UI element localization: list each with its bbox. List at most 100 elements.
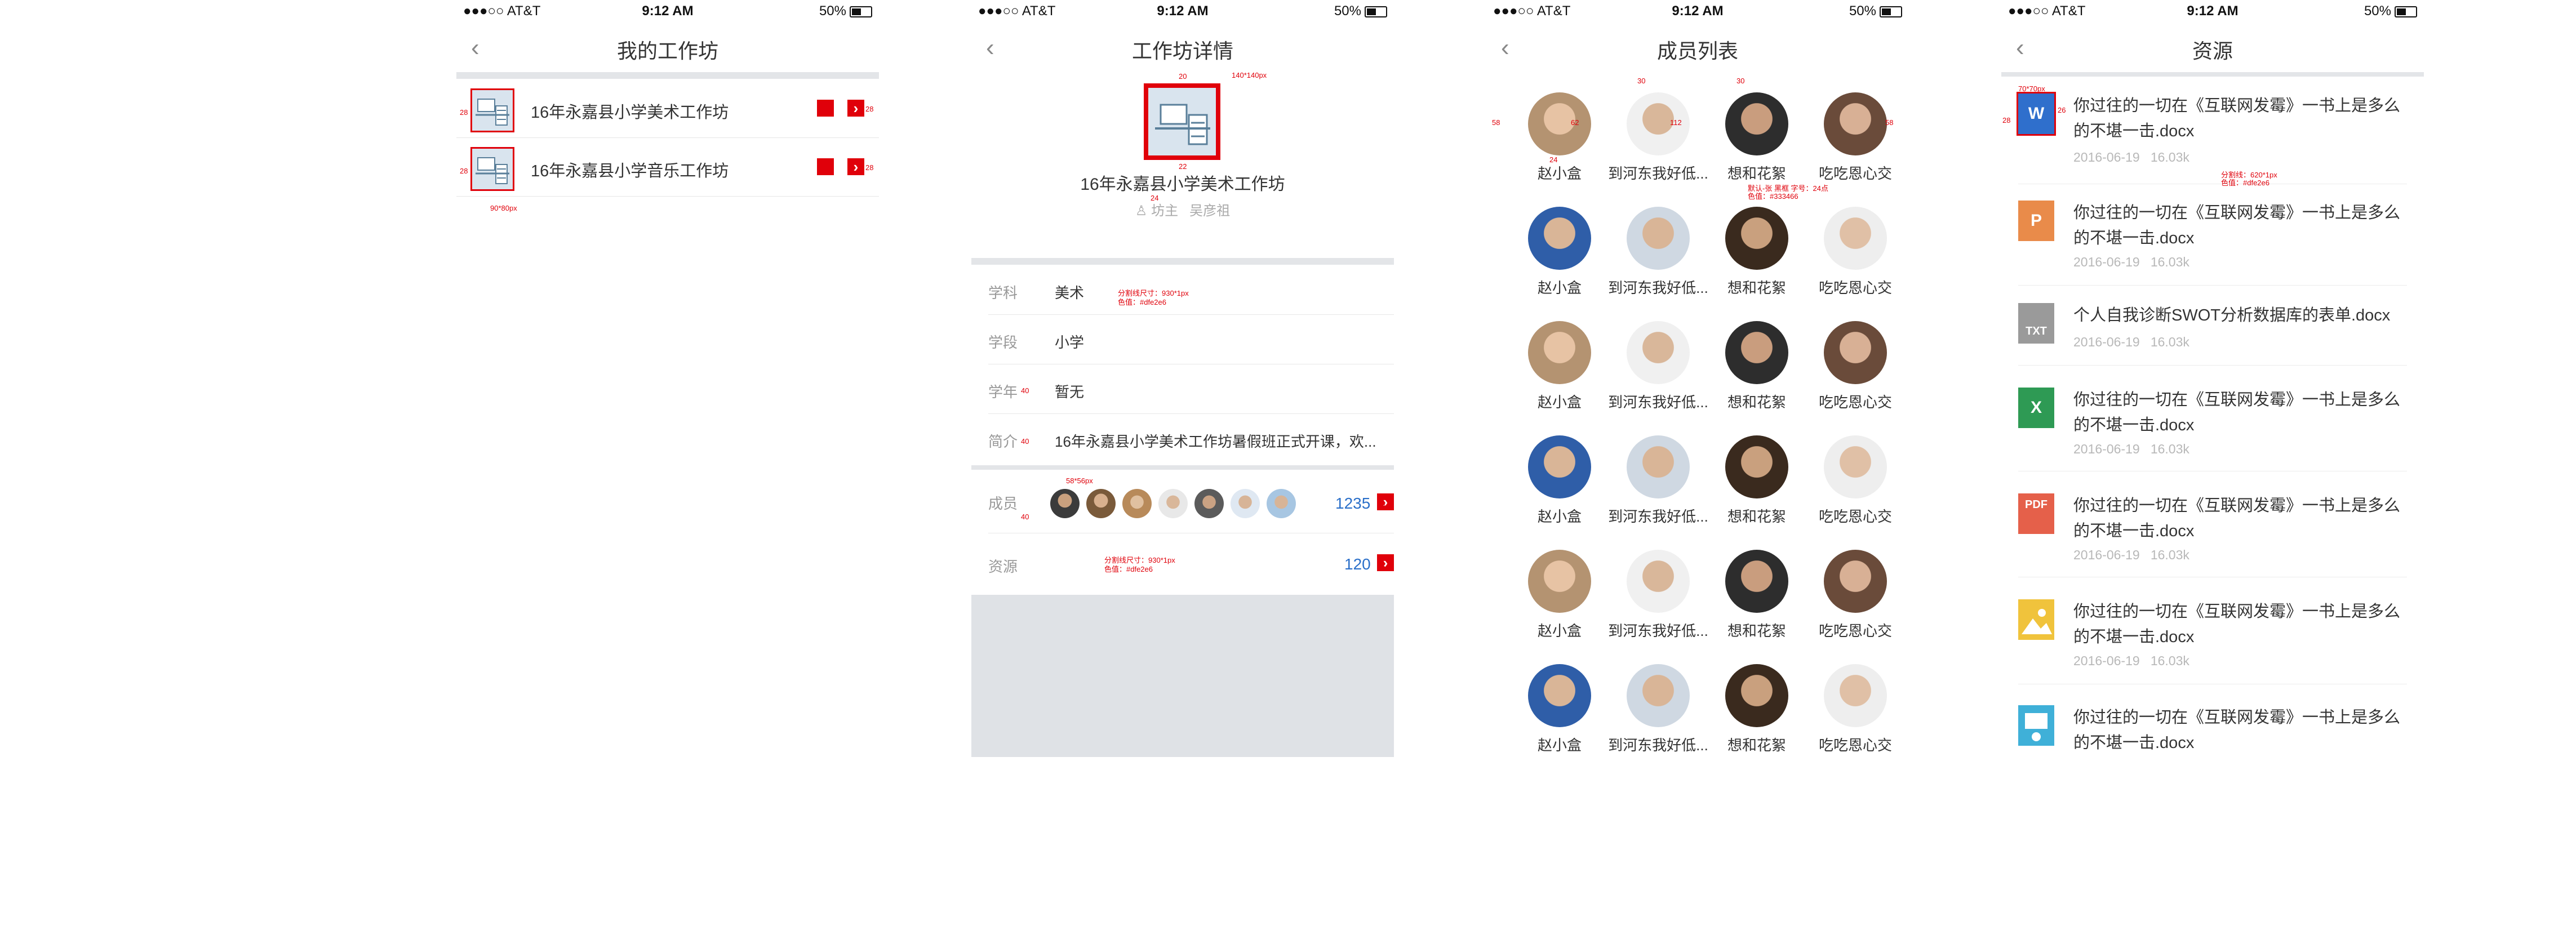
resource-item[interactable]: TXT 个人自我诊断SWOT分析数据库的表单.docx 2016-06-19 1… (2018, 303, 2407, 366)
member-cell[interactable]: 到河东我好低... (1607, 207, 1709, 319)
member-name: 吃吃恩心交 (1818, 737, 1892, 754)
members-row[interactable]: 成员 1235 › (988, 470, 1394, 533)
battery-label: 50% (1849, 3, 1876, 19)
member-name: 想和花絮 (1727, 622, 1786, 639)
workshop-row[interactable]: 16年永嘉县小学音乐工作坊 › (456, 137, 879, 197)
member-avatar (1725, 207, 1788, 270)
member-cell[interactable]: 想和花絮 (1706, 550, 1807, 662)
chevron-right-icon[interactable]: › (847, 158, 864, 175)
anno-right: 58 (1885, 118, 1894, 127)
member-avatar (1528, 92, 1591, 155)
resource-item[interactable]: X 你过往的一切在《互联网发霉》一书上是多么的不堪一击.docx 2016-06… (2018, 388, 2407, 471)
workshop-desk-icon (470, 147, 514, 191)
member-cell[interactable]: 想和花絮 (1706, 207, 1807, 319)
member-avatar (1267, 489, 1296, 518)
anno-divider-2-color: 色值：#dfe2e6 (1104, 565, 1153, 573)
section-divider (971, 258, 1394, 265)
resource-size: 16.03k (2150, 335, 2189, 349)
member-name: 吃吃恩心交 (1818, 279, 1892, 296)
member-cell[interactable]: 吃吃恩心交 (1805, 664, 1906, 777)
chevron-right-icon[interactable]: › (847, 100, 864, 117)
member-cell[interactable]: 吃吃恩心交 (1805, 207, 1906, 319)
screen-my-workshops: ●●●○○ AT&T 9:12 AM 50% ‹ 我的工作坊 16年永嘉县小学美… (456, 0, 879, 757)
battery-indicator: 50% (1334, 3, 1387, 19)
member-cell[interactable]: 赵小盒 (1509, 321, 1610, 434)
resource-name: 你过往的一切在《互联网发霉》一书上是多么的不堪一击.docx (2073, 97, 2401, 140)
member-cell[interactable]: 到河东我好低... (1607, 664, 1709, 777)
member-cell[interactable]: 到河东我好低... (1607, 92, 1709, 205)
member-name: 想和花絮 (1727, 737, 1786, 754)
anno-font-color: 色值：#333466 (1748, 192, 1798, 201)
anno-member-right: 22 (1382, 502, 1390, 511)
page-title: 我的工作坊 (616, 39, 718, 63)
status-bar: ●●●○○ AT&T 9:12 AM 50% (456, 0, 879, 23)
resource-meta: 2016-06-19 16.03k (2073, 442, 2189, 457)
member-cell[interactable]: 想和花絮 (1706, 664, 1807, 777)
member-name: 到河东我好低... (1608, 737, 1708, 754)
workshop-row[interactable]: 16年永嘉县小学美术工作坊 › (456, 79, 879, 138)
anno-icon-size: 90*80px (490, 204, 517, 212)
word-icon: W (2017, 92, 2056, 136)
member-cell[interactable]: 吃吃恩心交 (1805, 550, 1906, 662)
member-avatar (1528, 435, 1591, 498)
media-icon (2018, 705, 2054, 746)
resource-date: 2016-06-19 (2073, 255, 2140, 269)
battery-label: 50% (2364, 3, 2391, 19)
member-cell[interactable]: 想和花絮 (1706, 321, 1807, 434)
member-cell[interactable]: 吃吃恩心交 (1805, 321, 1906, 434)
pdf-icon: PDF (2018, 493, 2054, 534)
resource-name: 你过往的一切在《互联网发霉》一书上是多么的不堪一击.docx (2073, 204, 2401, 247)
workshop-name: 16年永嘉县小学音乐工作坊 (531, 162, 729, 180)
resource-date: 2016-06-19 (2073, 653, 2140, 668)
resource-item[interactable]: 你过往的一切在《互联网发霉》一书上是多么的不堪一击.docx 2016-06-1… (2018, 599, 2407, 684)
resource-item[interactable]: PDF 你过往的一切在《互联网发霉》一书上是多么的不堪一击.docx 2016-… (2018, 493, 2407, 577)
anno-name-gap: 22 (1179, 162, 1187, 171)
resource-item[interactable]: P 你过往的一切在《互联网发霉》一书上是多么的不堪一击.docx 2016-06… (2018, 201, 2407, 286)
resource-meta: 2016-06-19 16.03k (2073, 150, 2189, 165)
row-value: 暂无 (1055, 384, 1085, 400)
info-row-intro[interactable]: 简介 16年永嘉县小学美术工作坊暑假班正式开课，欢... (988, 413, 1394, 463)
resource-size: 16.03k (2150, 653, 2189, 668)
resources-row[interactable]: 资源 120 › (988, 533, 1394, 595)
member-cell[interactable]: 吃吃恩心交 (1805, 435, 1906, 548)
member-cell[interactable]: 赵小盒 (1509, 664, 1610, 777)
member-name: 赵小盒 (1537, 394, 1582, 411)
member-cell[interactable]: 赵小盒 (1509, 550, 1610, 662)
member-cell[interactable]: 赵小盒 (1509, 92, 1610, 205)
resource-date: 2016-06-19 (2073, 547, 2140, 562)
member-cell[interactable]: 到河东我好低... (1607, 321, 1709, 434)
member-avatar (1086, 489, 1116, 518)
member-name: 赵小盒 (1537, 279, 1582, 296)
member-cell[interactable]: 想和花絮 (1706, 435, 1807, 548)
anno-left: 28 (2002, 116, 2011, 124)
member-cell[interactable]: 到河东我好低... (1607, 435, 1709, 548)
anno-top: 26 (2058, 106, 2066, 114)
battery-icon (850, 6, 872, 17)
member-name: 吃吃恩心交 (1818, 165, 1892, 182)
anno-gap: 62 (1571, 118, 1579, 127)
row-value: 美术 (1055, 284, 1085, 301)
row-label: 学段 (988, 334, 1018, 351)
member-name: 吃吃恩心交 (1818, 508, 1892, 525)
resource-item[interactable]: 你过往的一切在《互联网发霉》一书上是多么的不堪一击.docx (2018, 705, 2407, 757)
member-cell[interactable]: 赵小盒 (1509, 207, 1610, 319)
member-avatar (1528, 321, 1591, 384)
resource-size: 16.03k (2150, 442, 2189, 456)
owner-label: 坊主 (1151, 203, 1179, 219)
resource-item[interactable]: W 你过往的一切在《互联网发霉》一书上是多么的不堪一击.docx 2016-06… (2017, 92, 2407, 184)
info-row-stage: 学段 小学 (988, 314, 1394, 364)
nav-bar: ‹ 我的工作坊 (456, 23, 879, 72)
clock: 9:12 AM (2187, 3, 2239, 19)
screen-member-list: ●●●○○ AT&T 9:12 AM 50% ‹ 成员列表 赵小盒 到河东我好低.… (1486, 0, 1909, 757)
resource-name: 你过往的一切在《互联网发霉》一书上是多么的不堪一击.docx (2073, 497, 2401, 540)
ppt-icon: P (2018, 201, 2054, 241)
member-cell[interactable]: 到河东我好低... (1607, 550, 1709, 662)
row-value: 16年永嘉县小学美术工作坊暑假班正式开课，欢... (1055, 433, 1376, 450)
status-bar: ●●●○○ AT&T 9:12 AM 50% (971, 0, 1394, 23)
anno-height: 112 (1670, 118, 1682, 127)
members-count: 1235 (1335, 495, 1371, 512)
owner-line: ♙ 坊主 吴彦祖 (971, 199, 1394, 219)
member-avatar (1824, 435, 1887, 498)
member-cell[interactable]: 赵小盒 (1509, 435, 1610, 548)
member-avatar (1231, 489, 1260, 518)
